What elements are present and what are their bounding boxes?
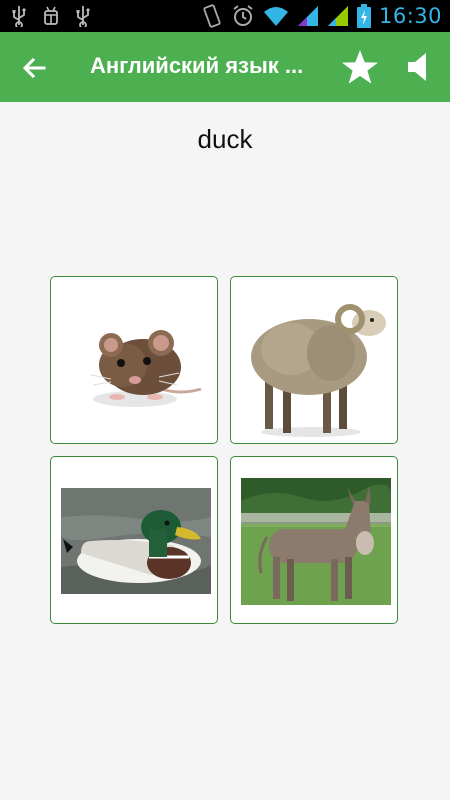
answer-card-donkey[interactable] <box>230 456 398 624</box>
clock: 16:30 <box>378 4 442 28</box>
speaker-icon[interactable] <box>406 51 434 83</box>
back-arrow-icon[interactable] <box>18 51 52 85</box>
donkey-photo <box>241 478 391 605</box>
answer-card-mouse[interactable] <box>50 276 218 444</box>
star-icon[interactable] <box>340 48 380 86</box>
signal-icon <box>297 6 318 26</box>
usb-icon <box>76 6 90 27</box>
signal-icon <box>327 6 348 26</box>
quiz-word: duck <box>197 124 253 154</box>
answer-card-sheep[interactable] <box>230 276 398 444</box>
sheep-photo <box>251 304 386 437</box>
duck-photo <box>61 488 211 594</box>
battery-charging-icon <box>356 4 371 28</box>
status-bar: 16:30 <box>0 0 450 32</box>
answer-card-duck[interactable] <box>50 456 218 624</box>
alarm-icon <box>233 5 253 26</box>
mouse-photo <box>90 330 202 407</box>
wifi-icon <box>263 7 288 26</box>
usb-icon <box>12 6 26 27</box>
android-debug-icon <box>44 6 58 25</box>
page-title: Английский язык ... <box>90 53 304 78</box>
vibrate-icon <box>203 4 221 28</box>
app-bar: Английский язык ... <box>0 32 450 102</box>
